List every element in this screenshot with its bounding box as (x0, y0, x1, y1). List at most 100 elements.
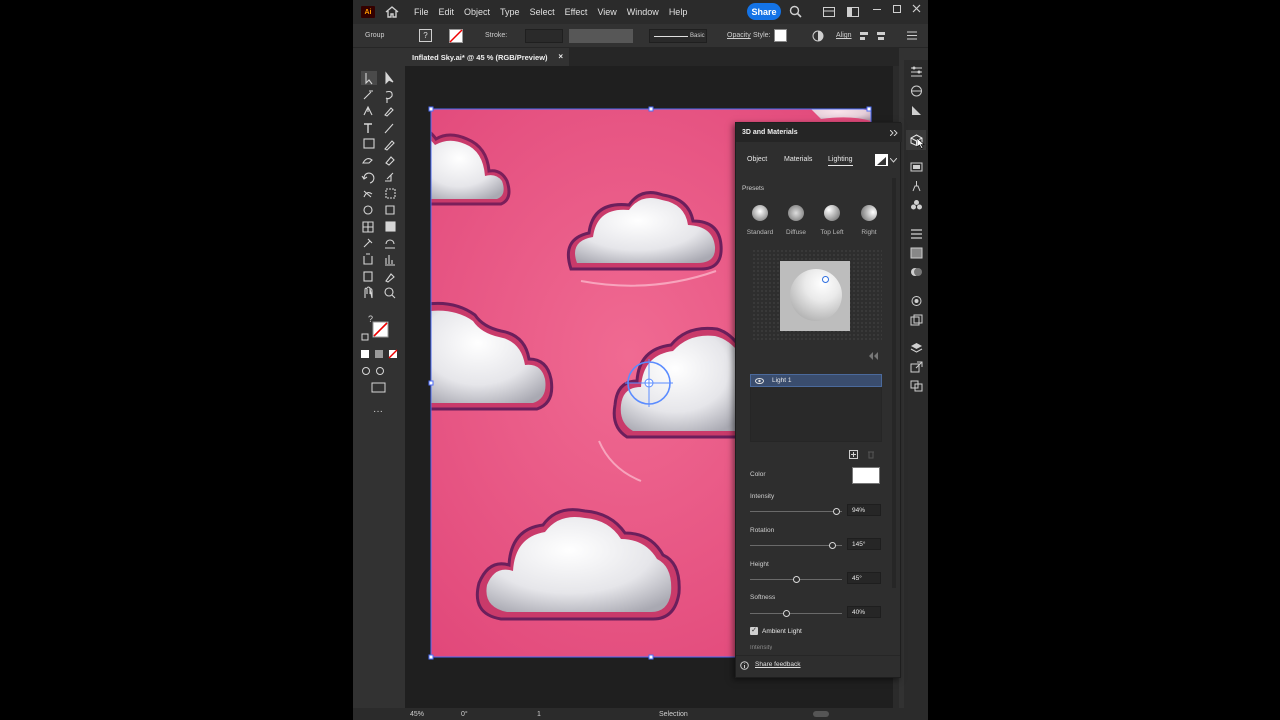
column-graph-tool-icon[interactable] (385, 255, 395, 266)
rotation-value[interactable]: 145° (847, 538, 881, 550)
maximize-icon[interactable] (893, 5, 901, 13)
transform-panel-icon[interactable] (910, 161, 923, 173)
ambient-light-checkbox[interactable]: ✓ (750, 627, 758, 635)
pen-tool-icon[interactable] (363, 105, 373, 116)
menu-view[interactable]: View (597, 7, 616, 17)
color-mode-icon[interactable] (361, 350, 369, 358)
paintbrush-tool-icon[interactable] (384, 140, 395, 151)
blend-tool-icon[interactable] (385, 239, 395, 249)
fill-swatch[interactable]: ? (419, 29, 432, 42)
graphic-styles-panel-icon[interactable] (910, 314, 923, 326)
eyedropper-tool-icon[interactable] (363, 238, 373, 248)
preset-standard-icon[interactable] (752, 205, 768, 221)
eraser-tool-icon[interactable] (385, 156, 395, 166)
tab-lighting[interactable]: Lighting (828, 156, 853, 166)
appearance-panel-icon[interactable] (910, 295, 923, 307)
preset-diffuse-icon[interactable] (788, 205, 804, 221)
height-value[interactable]: 45° (847, 572, 881, 584)
share-button[interactable]: Share (747, 3, 781, 20)
tab-materials[interactable]: Materials (784, 156, 812, 163)
export-panel-icon[interactable] (910, 361, 923, 373)
panel-scrollbar[interactable] (892, 178, 896, 588)
rotate-tool-icon[interactable] (361, 172, 375, 184)
libraries-panel-icon[interactable] (910, 85, 923, 97)
menu-type[interactable]: Type (500, 7, 520, 17)
softness-slider[interactable] (750, 610, 842, 617)
menu-file[interactable]: File (414, 7, 429, 17)
gradient-panel-icon[interactable] (910, 247, 923, 259)
lasso-tool-icon[interactable] (385, 90, 393, 104)
light-color-swatch[interactable] (852, 467, 880, 484)
light-1-row[interactable]: Light 1 (750, 374, 882, 387)
arrange-documents-icon[interactable] (823, 7, 835, 17)
width-tool-icon[interactable] (363, 190, 373, 198)
menu-select[interactable]: Select (530, 7, 555, 17)
menu-help[interactable]: Help (669, 7, 688, 17)
symbols-panel-icon[interactable] (910, 199, 923, 211)
opacity-label[interactable]: Opacity (727, 32, 751, 39)
close-window-icon[interactable] (912, 4, 921, 13)
intensity-value[interactable]: 94% (847, 504, 881, 516)
align-left-icon[interactable] (859, 30, 871, 42)
artboards-panel-icon[interactable] (910, 380, 923, 392)
intensity-slider[interactable] (750, 508, 842, 515)
stroke-weight-field[interactable] (525, 29, 563, 43)
preset-top-left-icon[interactable] (824, 205, 840, 221)
render-settings-chevron-icon[interactable] (890, 158, 897, 163)
artboard-number[interactable]: 1 (537, 711, 541, 718)
swap-colors-icon[interactable] (361, 333, 369, 341)
move-light-to-back-icon[interactable] (868, 352, 880, 360)
artboard-tool-icon[interactable] (363, 271, 373, 282)
variable-width-profile[interactable] (569, 29, 633, 43)
home-icon[interactable] (384, 5, 400, 19)
gradient-mode-icon[interactable] (375, 350, 383, 358)
menu-object[interactable]: Object (464, 7, 490, 17)
layers-panel-icon[interactable] (910, 342, 923, 354)
learn-panel-icon[interactable] (910, 104, 923, 116)
rotation-slider[interactable] (750, 542, 842, 549)
workspace-switcher-icon[interactable] (847, 7, 859, 17)
height-slider[interactable] (750, 576, 842, 583)
light-handle-icon[interactable] (822, 276, 829, 283)
minimize-icon[interactable] (873, 9, 881, 11)
add-light-icon[interactable] (849, 450, 858, 459)
panel-header[interactable]: 3D and Materials (736, 123, 902, 142)
rotation-slider-knob[interactable] (829, 542, 837, 549)
zoom-tool-icon[interactable] (384, 287, 394, 297)
hand-tool-icon[interactable] (364, 286, 373, 299)
properties-panel-icon[interactable] (910, 66, 923, 78)
panel-menu-icon[interactable] (907, 31, 917, 40)
slice-tool-icon[interactable] (385, 273, 395, 283)
document-tab[interactable]: Inflated Sky.ai* @ 45 % (RGB/Preview) × (405, 48, 569, 66)
zoom-level[interactable]: 45% (410, 711, 424, 718)
brush-definition[interactable]: Basic (649, 29, 707, 43)
delete-light-icon[interactable] (867, 450, 875, 459)
draw-behind-icon[interactable] (376, 367, 384, 375)
recolor-artwork-icon[interactable] (812, 30, 824, 42)
tab-object[interactable]: Object (747, 156, 767, 163)
graphic-style-swatch[interactable] (774, 29, 787, 42)
horizontal-scroll-thumb[interactable] (813, 711, 829, 717)
draw-normal-icon[interactable] (362, 367, 370, 375)
menu-effect[interactable]: Effect (565, 7, 588, 17)
transparency-panel-icon[interactable] (910, 266, 923, 278)
collapse-panel-icon[interactable] (890, 130, 898, 136)
softness-slider-knob[interactable] (783, 610, 791, 617)
magic-wand-tool-icon[interactable] (363, 90, 373, 100)
rotation-view[interactable]: 0° (461, 711, 468, 718)
curvature-tool-icon[interactable] (384, 107, 394, 117)
render-with-raytracing-button[interactable] (875, 154, 888, 166)
symbol-sprayer-tool-icon[interactable] (363, 253, 373, 265)
light-position-target-icon[interactable] (625, 359, 673, 407)
softness-value[interactable]: 40% (847, 606, 881, 618)
stroke-swatch[interactable] (449, 29, 463, 43)
mesh-tool-icon[interactable] (362, 221, 374, 233)
light-preview[interactable] (780, 261, 850, 331)
close-tab-icon[interactable]: × (558, 52, 563, 61)
shaper-tool-icon[interactable] (362, 158, 373, 164)
align-label[interactable]: Align (836, 32, 852, 39)
intensity-slider-knob[interactable] (832, 508, 840, 515)
share-feedback-link[interactable]: Share feedback (755, 661, 801, 668)
search-icon[interactable] (789, 5, 802, 18)
brushes-panel-icon[interactable] (910, 180, 923, 192)
